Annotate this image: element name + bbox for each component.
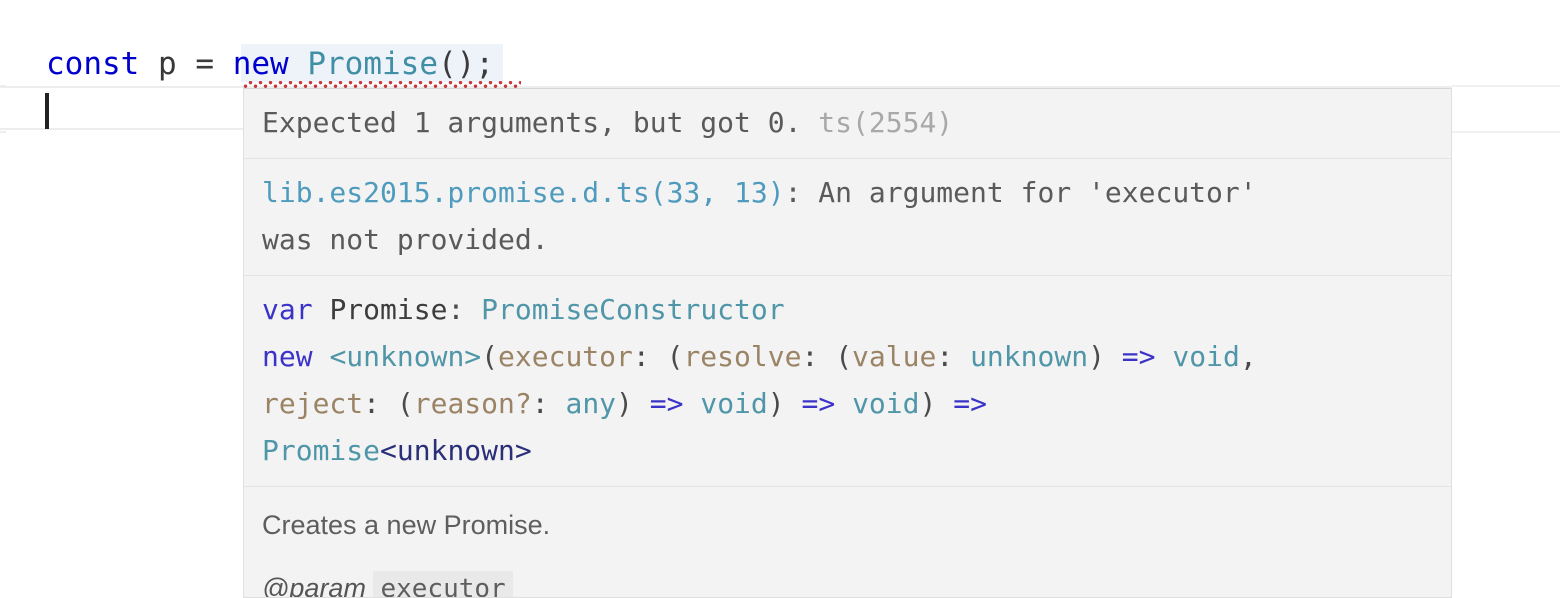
signature-arrow-1: => xyxy=(1104,340,1173,373)
related-info-message: : An argument for 'executor' xyxy=(784,176,1257,209)
related-info-row: lib.es2015.promise.d.ts(33, 13): An argu… xyxy=(244,169,1451,263)
editor-line-rule-top xyxy=(1452,85,1560,87)
diagnostic-message: Expected 1 arguments, but got 0. xyxy=(262,106,802,139)
signature-paren-open-4: ( xyxy=(396,387,414,420)
signature-paren-open-3: ( xyxy=(835,340,853,373)
signature-line-return-type: Promise<unknown> xyxy=(244,427,1451,474)
token-space-1 xyxy=(139,46,158,82)
signature-paren-close-1: ) xyxy=(1088,340,1105,373)
signature-colon-6: : xyxy=(531,387,566,420)
signature-paren-open-2: ( xyxy=(666,340,684,373)
signature-line-construct: new <unknown>(executor: (resolve: (value… xyxy=(244,333,1451,380)
signature-space-2 xyxy=(313,340,330,373)
signature-param-resolve: resolve xyxy=(683,340,802,373)
related-info-file-link[interactable]: lib.es2015.promise.d.ts(33, 13) xyxy=(262,176,785,209)
doc-param-row: @param executor xyxy=(244,548,1451,598)
code-line-1[interactable]: const p = new Promise(); xyxy=(46,42,494,86)
signature-param-reason: reason? xyxy=(413,387,532,420)
signature-space-1 xyxy=(313,293,330,326)
signature-keyword-var: var xyxy=(262,293,313,326)
token-punct-tail: (); xyxy=(438,46,495,82)
signature-return-generic-unknown: <unknown> xyxy=(380,434,532,467)
token-keyword-const: const xyxy=(46,46,140,82)
signature-param-executor: executor xyxy=(498,340,633,373)
signature-return-void-1: void xyxy=(1172,340,1240,373)
diagnostic-row: Expected 1 arguments, but got 0. ts(2554… xyxy=(244,99,1451,146)
related-info-message-wrap: was not provided. xyxy=(262,223,549,256)
signature-colon-1: : xyxy=(447,293,482,326)
token-space-3 xyxy=(214,46,233,82)
token-space-4 xyxy=(289,46,308,82)
hover-section-diagnostic: Expected 1 arguments, but got 0. ts(2554… xyxy=(244,89,1451,158)
signature-comma-1: , xyxy=(1239,340,1257,373)
token-space-2 xyxy=(177,46,196,82)
token-type-promise: Promise xyxy=(307,46,439,82)
signature-identifier-promise: Promise xyxy=(329,293,448,326)
signature-type-promiseconstructor: PromiseConstructor xyxy=(481,293,785,326)
signature-param-value: value xyxy=(852,340,937,373)
hover-section-signature: var Promise: PromiseConstructor new <unk… xyxy=(244,275,1451,486)
doc-param-name: executor xyxy=(373,571,513,597)
signature-paren-close-2: ) xyxy=(616,387,633,420)
signature-colon-2: : xyxy=(632,340,667,373)
editor-surface[interactable]: const p = new Promise(); Expected 1 argu… xyxy=(0,0,1560,598)
signature-arrow-4: => xyxy=(936,387,987,420)
hover-section-related-info: lib.es2015.promise.d.ts(33, 13): An argu… xyxy=(244,158,1451,275)
text-caret xyxy=(45,93,49,129)
signature-colon-4: : xyxy=(936,340,971,373)
diagnostic-space xyxy=(801,106,818,139)
signature-arrow-3: => xyxy=(784,387,853,420)
signature-arrow-2: => xyxy=(632,387,701,420)
token-operator-equals: = xyxy=(195,46,215,82)
token-variable-p: p xyxy=(158,46,177,82)
signature-line-declaration: var Promise: PromiseConstructor xyxy=(244,286,1451,333)
signature-keyword-new: new xyxy=(262,340,313,373)
gutter-tick-bottom xyxy=(0,131,6,133)
diagnostic-code: ts(2554) xyxy=(818,106,954,139)
signature-paren-close-3: ) xyxy=(767,387,785,420)
doc-param-tag: @param xyxy=(262,573,366,598)
signature-generic-unknown: <unknown> xyxy=(329,340,482,373)
signature-return-void-3: void xyxy=(852,387,920,420)
signature-line-reject: reject: (reason?: any) => void) => void)… xyxy=(244,380,1451,427)
signature-type-unknown: unknown xyxy=(970,340,1089,373)
vscode-editor-screen: const p = new Promise(); Expected 1 argu… xyxy=(0,0,1560,598)
signature-type-any: any xyxy=(565,387,617,420)
signature-paren-close-4: ) xyxy=(919,387,937,420)
token-keyword-new: new xyxy=(232,46,289,82)
signature-colon-3: : xyxy=(801,340,836,373)
editor-line-rule-bottom xyxy=(1452,131,1560,133)
signature-return-void-2: void xyxy=(700,387,768,420)
signature-return-promise: Promise xyxy=(262,434,381,467)
signature-colon-5: : xyxy=(363,387,397,420)
signature-paren-open-1: ( xyxy=(481,340,499,373)
doc-summary: Creates a new Promise. xyxy=(262,510,551,540)
error-squiggle-underline xyxy=(243,81,521,88)
hover-section-documentation: Creates a new Promise. @param executor xyxy=(244,486,1451,598)
hover-tooltip[interactable]: Expected 1 arguments, but got 0. ts(2554… xyxy=(243,88,1452,598)
signature-param-reject: reject xyxy=(262,387,364,420)
